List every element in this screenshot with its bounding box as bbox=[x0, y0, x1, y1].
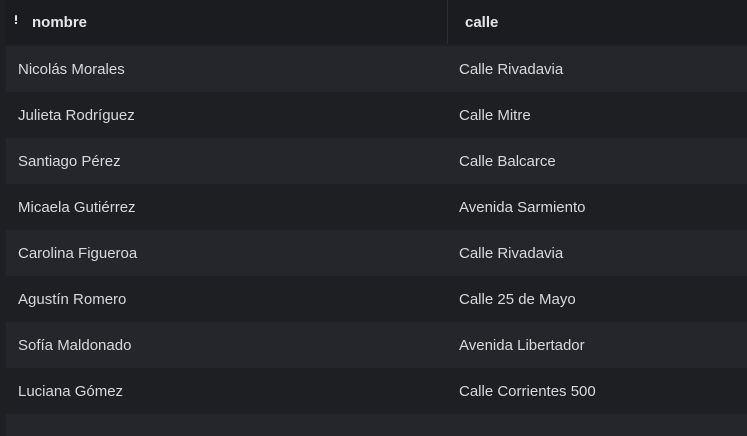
table-row[interactable]: Julieta Rodríguez Calle Mitre bbox=[6, 92, 747, 138]
cell-calle[interactable]: Calle Corrientes 500 bbox=[447, 383, 747, 400]
table-row[interactable]: Sofía Maldonado Avenida Libertador bbox=[6, 322, 747, 368]
sort-indicator-icon[interactable] bbox=[14, 14, 18, 24]
cell-calle[interactable]: Calle Rivadavia bbox=[447, 245, 747, 262]
cell-nombre[interactable]: Micaela Gutiérrez bbox=[6, 199, 447, 216]
cell-nombre[interactable]: Santiago Pérez bbox=[6, 153, 447, 170]
column-header-label: nombre bbox=[32, 13, 88, 31]
table-header: nombre calle bbox=[6, 0, 747, 44]
cell-nombre[interactable]: Sofía Maldonado bbox=[6, 337, 447, 354]
cell-nombre[interactable]: Luciana Gómez bbox=[6, 383, 447, 400]
table-body: Nicolás Morales Calle Rivadavia Julieta … bbox=[6, 46, 747, 414]
table-row[interactable]: Agustín Romero Calle 25 de Mayo bbox=[6, 276, 747, 322]
cell-calle[interactable]: Calle Rivadavia bbox=[447, 61, 747, 78]
cell-nombre[interactable]: Nicolás Morales bbox=[6, 61, 447, 78]
cell-nombre[interactable]: Carolina Figueroa bbox=[6, 245, 447, 262]
empty-row bbox=[6, 414, 747, 436]
cell-calle[interactable]: Avenida Sarmiento bbox=[447, 199, 747, 216]
cell-nombre[interactable]: Julieta Rodríguez bbox=[6, 107, 447, 124]
column-header-label: calle bbox=[465, 13, 499, 31]
table-row[interactable]: Luciana Gómez Calle Corrientes 500 bbox=[6, 368, 747, 414]
cell-calle[interactable]: Avenida Libertador bbox=[447, 337, 747, 354]
column-header-nombre[interactable]: nombre bbox=[6, 0, 447, 44]
table-row[interactable]: Santiago Pérez Calle Balcarce bbox=[6, 138, 747, 184]
cell-calle[interactable]: Calle Balcarce bbox=[447, 153, 747, 170]
cell-calle[interactable]: Calle 25 de Mayo bbox=[447, 291, 747, 308]
table-row[interactable]: Micaela Gutiérrez Avenida Sarmiento bbox=[6, 184, 747, 230]
table-row[interactable]: Nicolás Morales Calle Rivadavia bbox=[6, 46, 747, 92]
cell-nombre[interactable]: Agustín Romero bbox=[6, 291, 447, 308]
column-header-calle[interactable]: calle bbox=[447, 0, 747, 44]
results-grid: nombre calle Nicolás Morales Calle Rivad… bbox=[0, 0, 747, 436]
cell-calle[interactable]: Calle Mitre bbox=[447, 107, 747, 124]
table-row[interactable]: Carolina Figueroa Calle Rivadavia bbox=[6, 230, 747, 276]
